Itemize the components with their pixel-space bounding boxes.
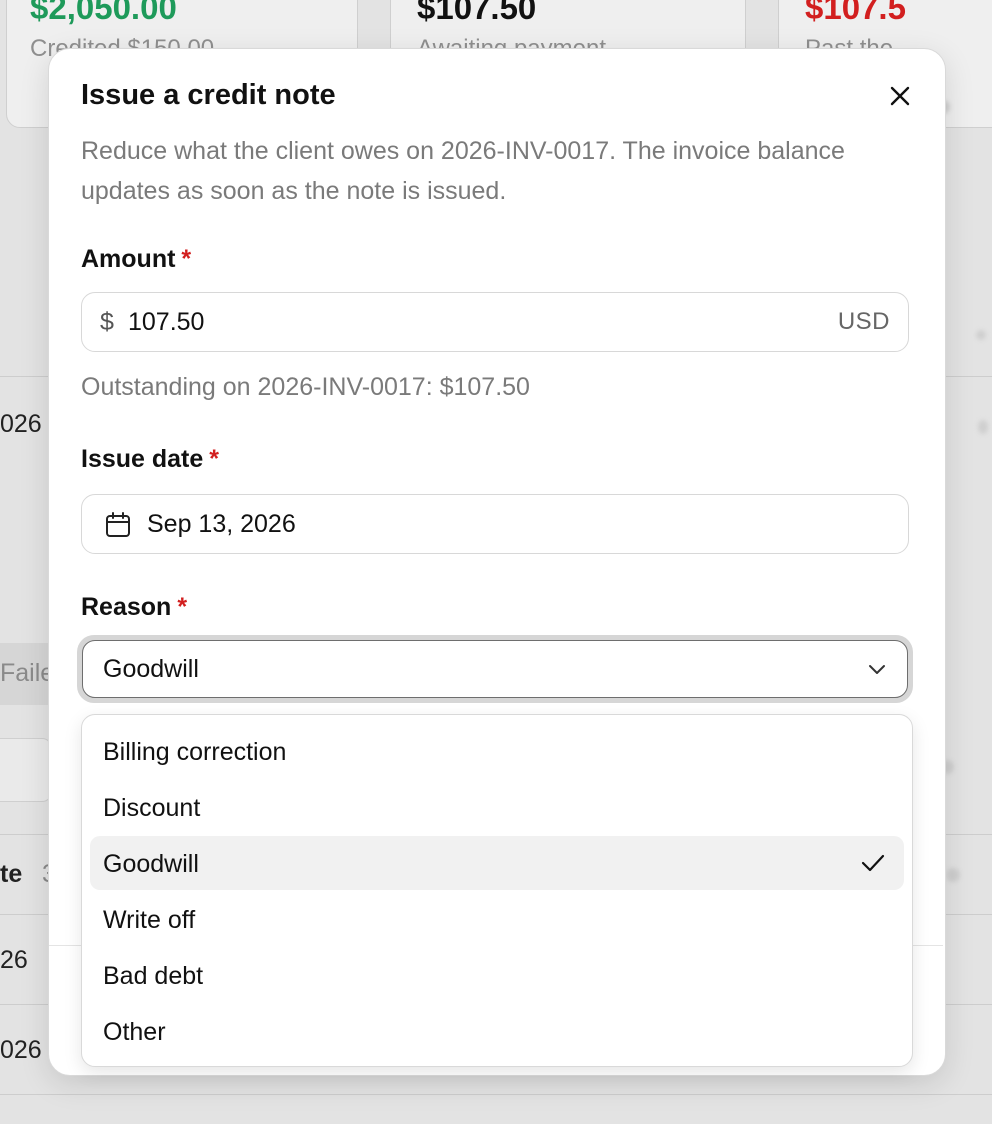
currency-code: USD (837, 308, 890, 335)
reason-option-goodwill[interactable]: Goodwill (90, 836, 904, 890)
table-cell: 26 (0, 946, 28, 974)
amount-label: Amount * (81, 245, 191, 274)
option-label: Other (103, 1018, 166, 1046)
reason-label: Reason * (81, 593, 187, 622)
option-label: Bad debt (103, 962, 204, 990)
option-label: Write off (103, 906, 196, 934)
reason-option-discount[interactable]: Discount (90, 780, 904, 834)
reason-select[interactable]: Goodwill (82, 640, 908, 698)
reason-label-text: Reason (81, 593, 172, 621)
reason-option-bad-debt[interactable]: Bad debt (90, 948, 904, 1002)
table-cell: 026 (0, 1036, 42, 1064)
reason-option-other[interactable]: Other (90, 1004, 904, 1058)
dialog-description: Reduce what the client owes on 2026-INV-… (81, 137, 845, 205)
amount-input[interactable] (128, 303, 778, 341)
required-mark: * (181, 245, 192, 273)
currency-symbol: $ (100, 308, 114, 336)
blurred-icon (978, 420, 988, 434)
table-cell: 026 (0, 410, 42, 438)
issue-date-label-text: Issue date (81, 445, 204, 473)
blurred-icon (976, 330, 986, 340)
reason-dropdown-menu: Billing correction Discount Goodwill Wri… (81, 714, 913, 1067)
required-mark: * (177, 593, 188, 621)
reason-option-write-off[interactable]: Write off (90, 892, 904, 946)
amount-label-text: Amount (81, 245, 176, 273)
blurred-icon (946, 868, 960, 882)
divider (0, 1094, 992, 1095)
close-icon (890, 86, 910, 106)
option-label: Goodwill (103, 850, 199, 878)
issue-date-label: Issue date * (81, 445, 219, 474)
tab-label: Faile (0, 659, 55, 687)
amount-field[interactable]: $ USD (81, 292, 909, 352)
option-label: Billing correction (103, 738, 287, 766)
issue-date-value: Sep 13, 2026 (147, 510, 296, 538)
summary-amount: $107.5 (805, 0, 906, 26)
summary-amount: $107.50 (417, 0, 537, 26)
summary-amount: $2,050.00 (30, 0, 177, 26)
chevron-down-icon (869, 665, 885, 674)
required-mark: * (209, 445, 220, 473)
check-icon (861, 854, 885, 872)
issue-date-picker[interactable]: Sep 13, 2026 (81, 494, 909, 554)
reason-option-billing-correction[interactable]: Billing correction (90, 724, 904, 778)
close-button[interactable] (883, 79, 917, 113)
outstanding-hint: Outstanding on 2026-INV-0017: $107.50 (81, 373, 530, 401)
filter-button[interactable] (0, 738, 52, 802)
reason-selected-value: Goodwill (103, 655, 199, 683)
calendar-icon (106, 512, 130, 537)
dialog-title: Issue a credit note (81, 79, 336, 111)
option-label: Discount (103, 794, 201, 822)
table-header: te (0, 860, 23, 888)
